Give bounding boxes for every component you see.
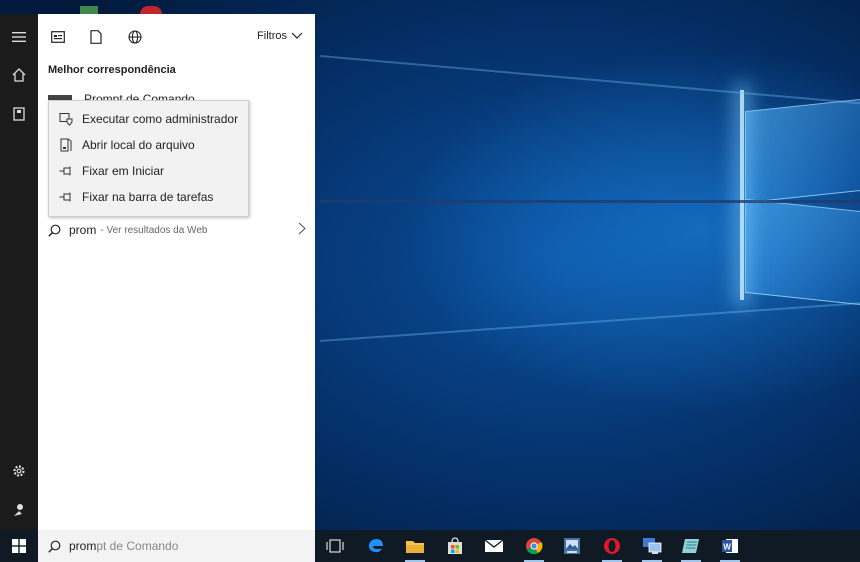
best-match-heading: Melhor correspondência [48, 64, 176, 76]
search-icon [48, 224, 61, 237]
opera-icon[interactable] [600, 534, 624, 562]
pin-icon [58, 189, 74, 205]
wallpaper-beam [320, 300, 860, 342]
web-search-result[interactable]: prom - Ver resultados da Web [48, 220, 306, 240]
file-explorer-icon[interactable] [403, 534, 427, 562]
wallpaper-beam [320, 200, 860, 203]
context-item-open-file-location[interactable]: Abrir local do arquivo [49, 132, 248, 158]
svg-text:W: W [723, 543, 731, 552]
context-item-run-as-admin[interactable]: Executar como administrador [49, 106, 248, 132]
user-icon[interactable] [0, 491, 38, 529]
task-view-icon[interactable] [323, 534, 347, 558]
folder-open-icon [58, 137, 74, 153]
shield-run-icon [58, 111, 74, 127]
document-icon[interactable] [87, 28, 105, 46]
desktop-shortcut-icon[interactable] [140, 6, 162, 14]
search-icon [48, 540, 61, 553]
wallpaper-pane [745, 98, 860, 204]
filters-button[interactable]: Filtros [257, 30, 303, 42]
taskbar: prom pt de Comando W [0, 530, 860, 562]
store-icon[interactable] [443, 534, 467, 558]
desktop-top-strip [0, 0, 860, 14]
context-item-label: Fixar em Iniciar [82, 164, 165, 178]
chevron-right-icon [298, 222, 306, 238]
edge-icon[interactable] [364, 534, 388, 558]
hamburger-icon[interactable] [0, 18, 38, 56]
web-hint: - Ver resultados da Web [100, 224, 208, 236]
wallpaper-beam [319, 55, 860, 106]
globe-icon[interactable] [126, 28, 144, 46]
context-item-label: Executar como administrador [82, 112, 239, 126]
photo-app-icon[interactable] [560, 534, 584, 558]
web-query: prom [69, 223, 97, 237]
context-item-pin-to-taskbar[interactable]: Fixar na barra de tarefas [49, 184, 248, 210]
wallpaper-pane [745, 198, 860, 306]
notes-app-icon[interactable] [679, 534, 703, 562]
apps-icon[interactable] [49, 28, 67, 46]
remote-desktop-icon[interactable] [640, 534, 664, 562]
pin-icon [58, 163, 74, 179]
wallpaper-glow [740, 90, 744, 300]
search-autocomplete-text: pt de Comando [96, 539, 179, 553]
search-results-panel: Filtros Melhor correspondência Prompt de… [38, 14, 315, 530]
filters-label: Filtros [257, 30, 287, 42]
windows-logo-icon [12, 539, 26, 553]
gear-icon[interactable] [0, 452, 38, 490]
search-typed-text: prom [69, 539, 97, 553]
start-button[interactable] [0, 530, 38, 562]
chrome-icon[interactable] [522, 534, 546, 562]
search-filter-toolbar: Filtros [38, 14, 315, 58]
context-item-label: Abrir local do arquivo [82, 138, 195, 152]
context-menu: Executar como administrador Abrir local … [48, 100, 249, 217]
context-item-label: Fixar na barra de tarefas [82, 190, 214, 204]
mail-icon[interactable] [482, 534, 506, 558]
chevron-down-icon [291, 32, 303, 39]
start-menu-rail [0, 14, 38, 530]
notebook-icon[interactable] [0, 95, 38, 133]
context-item-pin-to-start[interactable]: Fixar em Iniciar [49, 158, 248, 184]
word-icon[interactable]: W [718, 534, 742, 562]
taskbar-search-box[interactable]: prom pt de Comando [38, 530, 315, 562]
desktop-shortcut-icon[interactable] [80, 6, 98, 14]
home-icon[interactable] [0, 56, 38, 94]
